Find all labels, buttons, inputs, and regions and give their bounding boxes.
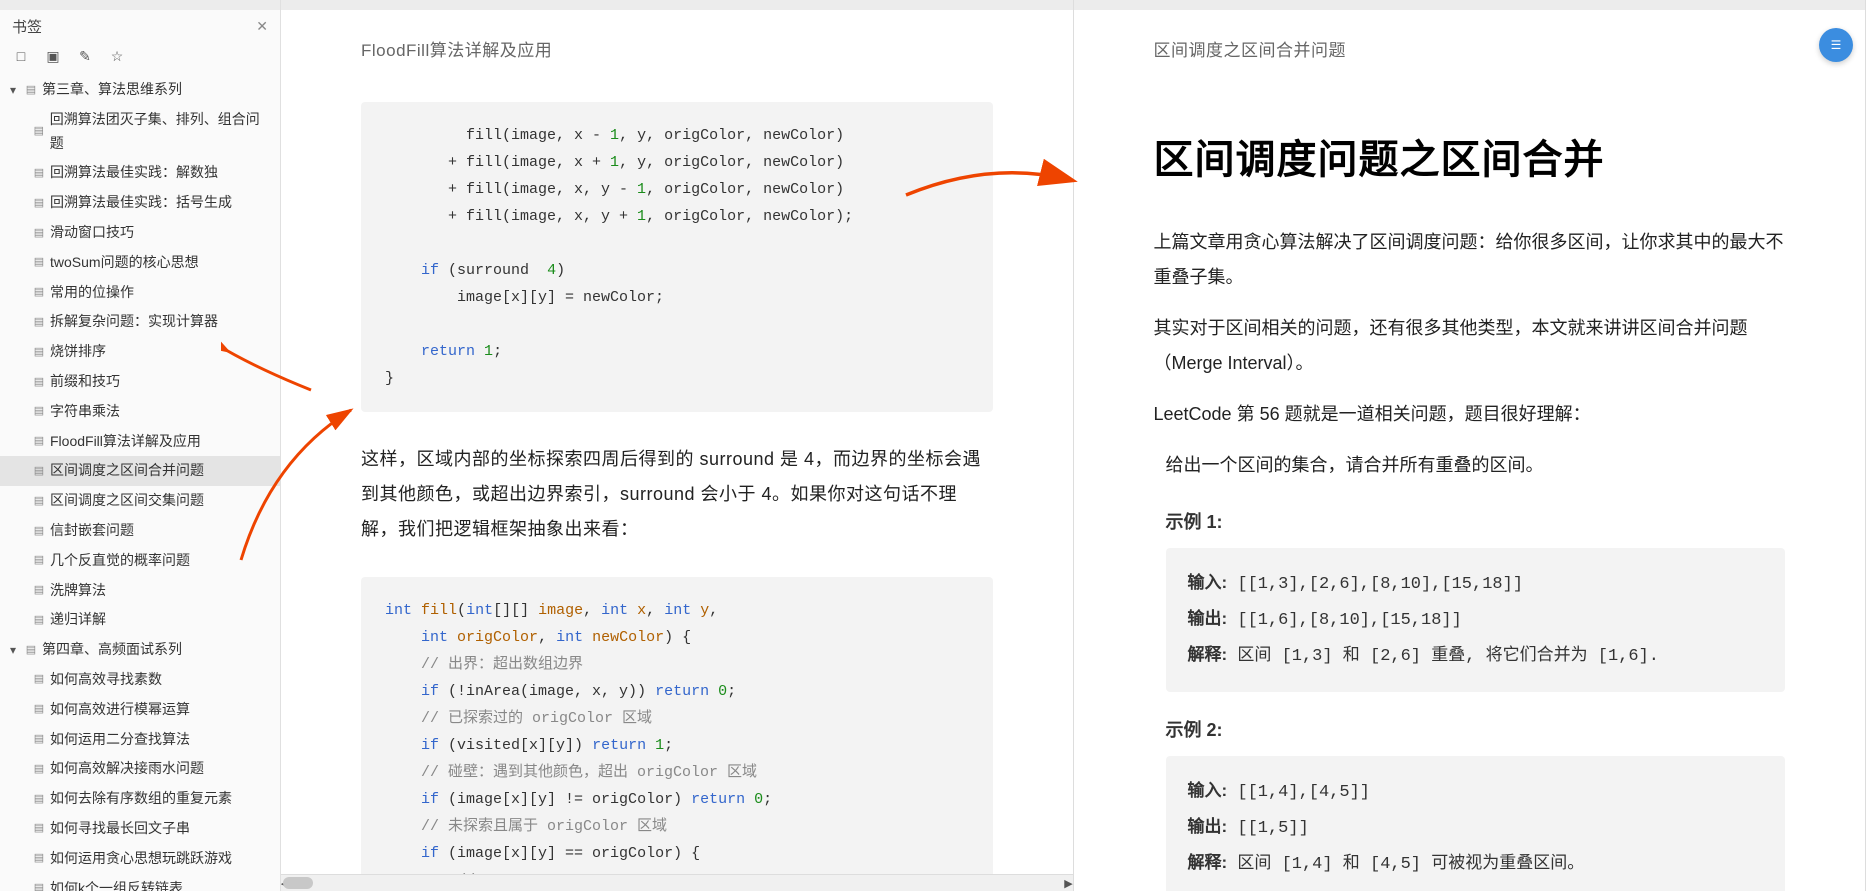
article-title: 区间调度问题之区间合并 bbox=[1154, 127, 1786, 185]
float-badge-icon[interactable]: ☰ bbox=[1819, 28, 1853, 62]
article-p3: LeetCode 第 56 题就是一道相关问题，题目很好理解： bbox=[1154, 397, 1786, 432]
right-pane: 区间调度之区间合并问题 区间调度问题之区间合并 上篇文章用贪心算法解决了区间调度… bbox=[1074, 0, 1866, 891]
scroll-thumb[interactable] bbox=[283, 877, 313, 889]
tree-item[interactable]: ▤区间调度之区间交集问题 bbox=[0, 486, 280, 516]
example-2-block: 输入: [[1,4],[4,5]] 输出: [[1,5]] 解释: 区间 [1,… bbox=[1166, 756, 1786, 891]
tree-item[interactable]: ▤如何去除有序数组的重复元素 bbox=[0, 784, 280, 814]
tree-item[interactable]: ▤回溯算法最佳实践：解数独 bbox=[0, 158, 280, 188]
tree-item[interactable]: ▤如何高效解决接雨水问题 bbox=[0, 754, 280, 784]
tree-item[interactable]: ▤字符串乘法 bbox=[0, 397, 280, 427]
left-pane-header: FloodFill算法详解及应用 bbox=[281, 10, 1073, 87]
bookmark-tree: ▾▤第三章、算法思维系列▤回溯算法团灭子集、排列、组合问题▤回溯算法最佳实践：解… bbox=[0, 75, 280, 891]
tree-item[interactable]: ▤洗牌算法 bbox=[0, 576, 280, 606]
tree-item[interactable]: ▤如何高效寻找素数 bbox=[0, 665, 280, 695]
article-p2: 其实对于区间相关的问题，还有很多其他类型，本文就来讲讲区间合并问题（Merge … bbox=[1154, 311, 1786, 381]
close-icon[interactable]: ✕ bbox=[256, 18, 268, 35]
tool-icon-3[interactable]: ✎ bbox=[76, 47, 94, 65]
tree-item[interactable]: ▤FloodFill算法详解及应用 bbox=[0, 427, 280, 457]
tree-item[interactable]: ▤如何运用二分查找算法 bbox=[0, 725, 280, 755]
example-1-block: 输入: [[1,3],[2,6],[8,10],[15,18]] 输出: [[1… bbox=[1166, 548, 1786, 692]
tree-item[interactable]: ▤如何k个一组反转链表 bbox=[0, 874, 280, 891]
sidebar-title: 书签 bbox=[12, 16, 42, 37]
horizontal-scrollbar[interactable]: ◀ ▶ bbox=[281, 874, 1073, 891]
tool-icon-2[interactable]: ▣ bbox=[44, 47, 62, 65]
tool-icon-1[interactable]: □ bbox=[12, 47, 30, 65]
tree-item[interactable]: ▤如何寻找最长回文子串 bbox=[0, 814, 280, 844]
tree-item[interactable]: ▤twoSum问题的核心思想 bbox=[0, 248, 280, 278]
tree-section[interactable]: ▾▤第三章、算法思维系列 bbox=[0, 75, 280, 105]
tree-item[interactable]: ▤如何运用贪心思想玩跳跃游戏 bbox=[0, 844, 280, 874]
paragraph-1: 这样，区域内部的坐标探索四周后得到的 surround 是 4，而边界的坐标会遇… bbox=[361, 442, 993, 547]
tree-item[interactable]: ▤常用的位操作 bbox=[0, 278, 280, 308]
scroll-right-icon[interactable]: ▶ bbox=[1061, 875, 1074, 891]
right-pane-header: 区间调度之区间合并问题 bbox=[1074, 10, 1866, 87]
tree-item[interactable]: ▤信封嵌套问题 bbox=[0, 516, 280, 546]
sidebar-toolbar: □ ▣ ✎ ☆ bbox=[0, 43, 280, 75]
article-p1: 上篇文章用贪心算法解决了区间调度问题：给你很多区间，让你求其中的最大不重叠子集。 bbox=[1154, 225, 1786, 295]
example-2-label: 示例 2: bbox=[1166, 716, 1786, 742]
sidebar: 书签 ✕ □ ▣ ✎ ☆ ▾▤第三章、算法思维系列▤回溯算法团灭子集、排列、组合… bbox=[0, 0, 281, 891]
tree-item[interactable]: ▤烧饼排序 bbox=[0, 337, 280, 367]
tree-item[interactable]: ▤递归详解 bbox=[0, 605, 280, 635]
code-block-2: int fill(int[][] image, int x, int y, in… bbox=[361, 577, 993, 891]
left-pane: FloodFill算法详解及应用 fill(image, x - 1, y, o… bbox=[281, 0, 1074, 891]
tree-item[interactable]: ▤回溯算法团灭子集、排列、组合问题 bbox=[0, 105, 280, 159]
tree-item[interactable]: ▤前缀和技巧 bbox=[0, 367, 280, 397]
tree-item[interactable]: ▤拆解复杂问题：实现计算器 bbox=[0, 307, 280, 337]
example-1-label: 示例 1: bbox=[1166, 508, 1786, 534]
tree-item[interactable]: ▤如何高效进行模幂运算 bbox=[0, 695, 280, 725]
tree-item[interactable]: ▤区间调度之区间合并问题 bbox=[0, 456, 280, 486]
tool-icon-4[interactable]: ☆ bbox=[108, 47, 126, 65]
tree-item[interactable]: ▤回溯算法最佳实践：括号生成 bbox=[0, 188, 280, 218]
tree-section[interactable]: ▾▤第四章、高频面试系列 bbox=[0, 635, 280, 665]
tree-item[interactable]: ▤几个反直觉的概率问题 bbox=[0, 546, 280, 576]
code-block-1: fill(image, x - 1, y, origColor, newColo… bbox=[361, 102, 993, 412]
problem-prompt: 给出一个区间的集合，请合并所有重叠的区间。 bbox=[1166, 448, 1786, 483]
tree-item[interactable]: ▤滑动窗口技巧 bbox=[0, 218, 280, 248]
